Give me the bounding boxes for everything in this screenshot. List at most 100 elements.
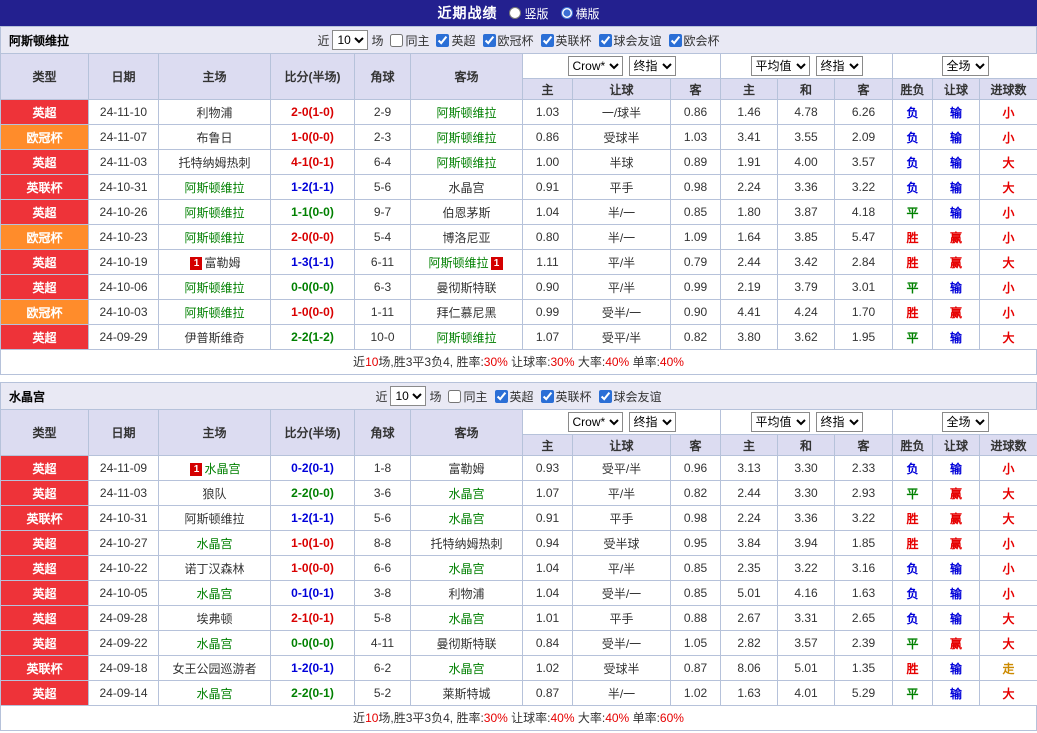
away-team[interactable]: 莱斯特城: [442, 687, 490, 701]
away-team[interactable]: 阿斯顿维拉: [428, 256, 488, 270]
home-team[interactable]: 阿斯顿维拉: [184, 512, 244, 526]
away-team[interactable]: 水晶宫: [448, 181, 484, 195]
away-team[interactable]: 水晶宫: [448, 662, 484, 676]
league-filter[interactable]: 球会友谊: [595, 388, 662, 405]
scope-select[interactable]: 全场: [941, 56, 989, 76]
home-team[interactable]: 阿斯顿维拉: [184, 206, 244, 220]
result-handicap: 赢: [932, 530, 981, 556]
league-filter[interactable]: 英联杯: [537, 32, 592, 49]
scope-select[interactable]: 全场: [941, 412, 989, 432]
home-team[interactable]: 水晶宫: [196, 587, 232, 601]
away-team[interactable]: 伯恩茅斯: [442, 206, 490, 220]
asia-home-odds: 0.87: [522, 680, 573, 706]
asia-handicap: 受平/半: [572, 324, 671, 350]
euro-draw-odds: 3.36: [777, 505, 835, 531]
euro-home-odds: 3.13: [720, 455, 778, 481]
match-count-select[interactable]: 10: [390, 386, 427, 406]
score: 1-0(0-0): [270, 124, 355, 150]
away-team[interactable]: 利物浦: [448, 587, 484, 601]
home-team[interactable]: 托特纳姆热刺: [178, 156, 250, 170]
league-filter[interactable]: 欧冠杯: [479, 32, 534, 49]
away-team[interactable]: 博洛尼亚: [442, 231, 490, 245]
corners: 6-3: [354, 274, 411, 300]
away-team[interactable]: 水晶宫: [448, 512, 484, 526]
column-header: 类型: [0, 53, 89, 100]
asia-odds-type-select[interactable]: 终指: [628, 56, 676, 76]
same-home-checkbox[interactable]: [390, 33, 404, 47]
home-team[interactable]: 埃弗顿: [196, 612, 232, 626]
away-team[interactable]: 水晶宫: [448, 487, 484, 501]
asia-away-odds: 1.09: [670, 224, 721, 250]
away-team[interactable]: 水晶宫: [448, 612, 484, 626]
league-filter[interactable]: 球会友谊: [595, 32, 662, 49]
away-team[interactable]: 水晶宫: [448, 562, 484, 576]
league-checkbox[interactable]: [598, 389, 612, 403]
home-team[interactable]: 水晶宫: [204, 462, 240, 476]
result-handicap: 输: [932, 124, 981, 150]
filter-bar: 近 10 场 同主 英超 英联杯 球会友谊: [1, 386, 1036, 406]
home-team[interactable]: 伊普斯维奇: [184, 331, 244, 345]
league-checkbox[interactable]: [436, 33, 450, 47]
away-team[interactable]: 阿斯顿维拉: [436, 156, 496, 170]
result-win-loss: 负: [892, 99, 934, 125]
away-team[interactable]: 拜仁慕尼黑: [436, 306, 496, 320]
league-checkbox[interactable]: [494, 389, 508, 403]
euro-source-select[interactable]: 平均值: [750, 412, 810, 432]
away-team[interactable]: 富勒姆: [448, 462, 484, 476]
away-team[interactable]: 阿斯顿维拉: [436, 331, 496, 345]
column-header: 客: [833, 78, 894, 100]
same-home-filter[interactable]: 同主: [444, 388, 488, 405]
home-team[interactable]: 利物浦: [196, 106, 232, 120]
euro-odds-type-select[interactable]: 终指: [815, 412, 863, 432]
asia-odds-type-select[interactable]: 终指: [628, 412, 676, 432]
home-team[interactable]: 阿斯顿维拉: [184, 281, 244, 295]
asia-handicap: 平手: [572, 174, 671, 200]
column-header: 客: [670, 434, 721, 456]
asia-away-odds: 0.90: [670, 299, 721, 325]
layout-vertical-radio[interactable]: [509, 7, 522, 19]
league-checkbox[interactable]: [598, 33, 612, 47]
away-team[interactable]: 阿斯顿维拉: [436, 131, 496, 145]
summary-text: 40%: [605, 355, 630, 369]
euro-odds-type-select[interactable]: 终指: [815, 56, 863, 76]
match-count-select[interactable]: 10: [332, 30, 369, 50]
away-team[interactable]: 曼彻斯特联: [436, 637, 496, 651]
away-team[interactable]: 阿斯顿维拉: [436, 106, 496, 120]
euro-source-select[interactable]: 平均值: [750, 56, 810, 76]
away-team[interactable]: 托特纳姆热刺: [430, 537, 502, 551]
team-name[interactable]: 水晶宫: [9, 388, 45, 405]
home-team[interactable]: 阿斯顿维拉: [184, 181, 244, 195]
league-checkbox[interactable]: [540, 389, 554, 403]
league-checkbox[interactable]: [540, 33, 554, 47]
home-team[interactable]: 诺丁汉森林: [184, 562, 244, 576]
home-team[interactable]: 布鲁日: [196, 131, 232, 145]
asia-source-select[interactable]: Crow*: [567, 412, 623, 432]
home-team[interactable]: 阿斯顿维拉: [184, 306, 244, 320]
league-filter[interactable]: 欧会杯: [665, 32, 720, 49]
league-checkbox[interactable]: [482, 33, 496, 47]
same-home-checkbox[interactable]: [448, 389, 462, 403]
home-team[interactable]: 水晶宫: [196, 637, 232, 651]
home-team[interactable]: 女王公园巡游者: [172, 662, 256, 676]
home-team[interactable]: 水晶宫: [196, 687, 232, 701]
summary-text: 场,胜3平3负4,: [378, 355, 457, 369]
team-name[interactable]: 阿斯顿维拉: [9, 32, 69, 49]
home-team[interactable]: 狼队: [202, 487, 226, 501]
home-team[interactable]: 阿斯顿维拉: [184, 231, 244, 245]
asia-source-select[interactable]: Crow*: [567, 56, 623, 76]
layout-option-vertical[interactable]: 竖版: [509, 5, 549, 22]
league-filter[interactable]: 英联杯: [537, 388, 592, 405]
league-filter[interactable]: 英超: [491, 388, 534, 405]
score: 2-2(1-2): [270, 324, 355, 350]
league-filter[interactable]: 英超: [432, 32, 476, 49]
same-home-filter[interactable]: 同主: [386, 32, 429, 49]
layout-option-horizontal[interactable]: 横版: [560, 5, 600, 22]
home-team[interactable]: 富勒姆: [204, 256, 240, 270]
red-card-badge: 1: [190, 256, 203, 270]
away-team[interactable]: 曼彻斯特联: [436, 281, 496, 295]
match-date: 24-09-28: [88, 605, 159, 631]
league-filter-label: 英超: [509, 389, 534, 404]
home-team[interactable]: 水晶宫: [196, 537, 232, 551]
layout-horizontal-radio[interactable]: [560, 7, 573, 19]
league-checkbox[interactable]: [668, 33, 682, 47]
